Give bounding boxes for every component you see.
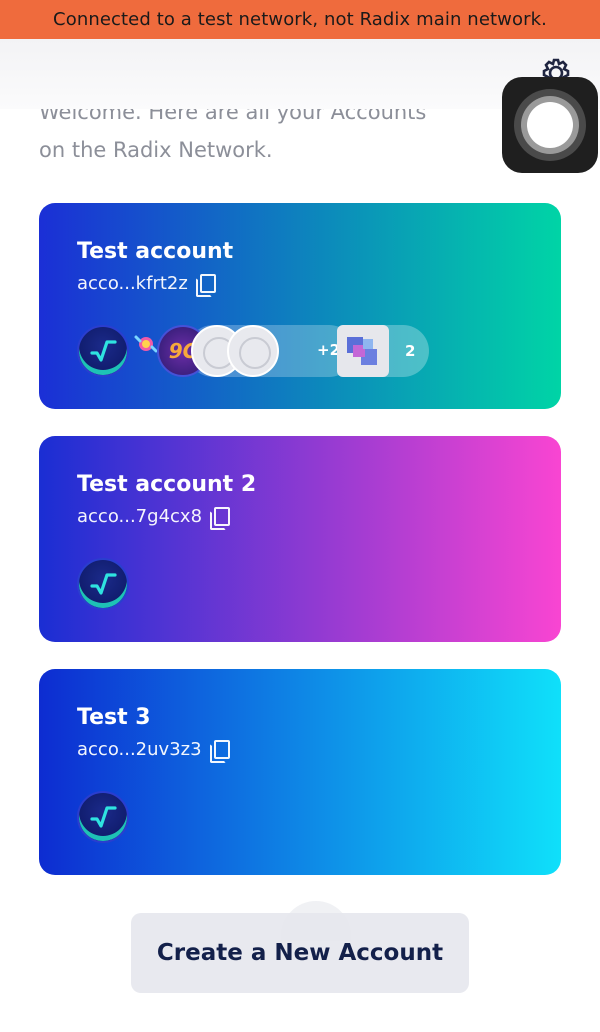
candy-token-icon: [134, 335, 158, 353]
xrd-token-icon: [77, 325, 129, 377]
create-new-account-button[interactable]: Create a New Account: [131, 901, 469, 993]
welcome-text: Welcome. Here are all your Accounts on t…: [39, 86, 509, 176]
account-card[interactable]: Test account acco...kfrt2z 9C +2 2: [39, 203, 561, 409]
nft-collection-icon: [337, 325, 389, 377]
copy-icon[interactable]: [209, 740, 230, 763]
account-address-text: acco...7g4cx8: [77, 506, 203, 527]
account-address: acco...kfrt2z: [77, 273, 216, 297]
account-name: Test account: [77, 239, 234, 264]
fungible-tokens[interactable]: 9C +2: [77, 323, 355, 379]
xrd-token-icon[interactable]: [77, 791, 129, 843]
account-address: acco...2uv3z3: [77, 739, 230, 763]
copy-icon[interactable]: [210, 507, 231, 530]
welcome-line-1: Welcome. Here are all your Accounts: [39, 100, 427, 124]
account-address: acco...7g4cx8: [77, 506, 231, 530]
account-card[interactable]: Test 3 acco...2uv3z3: [39, 669, 561, 875]
account-address-text: acco...kfrt2z: [77, 273, 188, 294]
account-name: Test 3: [77, 705, 151, 730]
create-new-account-label: Create a New Account: [156, 940, 444, 966]
nft-count: 2: [405, 342, 416, 360]
account-card[interactable]: Test account 2 acco...7g4cx8: [39, 436, 561, 642]
test-network-banner-text: Connected to a test network, not Radix m…: [53, 9, 547, 30]
test-network-banner: Connected to a test network, not Radix m…: [0, 0, 600, 39]
assistive-touch-button[interactable]: [502, 77, 598, 173]
touch-halo: [281, 901, 351, 941]
xrd-token-icon[interactable]: [77, 558, 129, 610]
copy-icon[interactable]: [195, 274, 216, 297]
account-address-text: acco...2uv3z3: [77, 739, 202, 760]
token-placeholder-icon: [227, 325, 279, 377]
account-name: Test account 2: [77, 472, 257, 497]
